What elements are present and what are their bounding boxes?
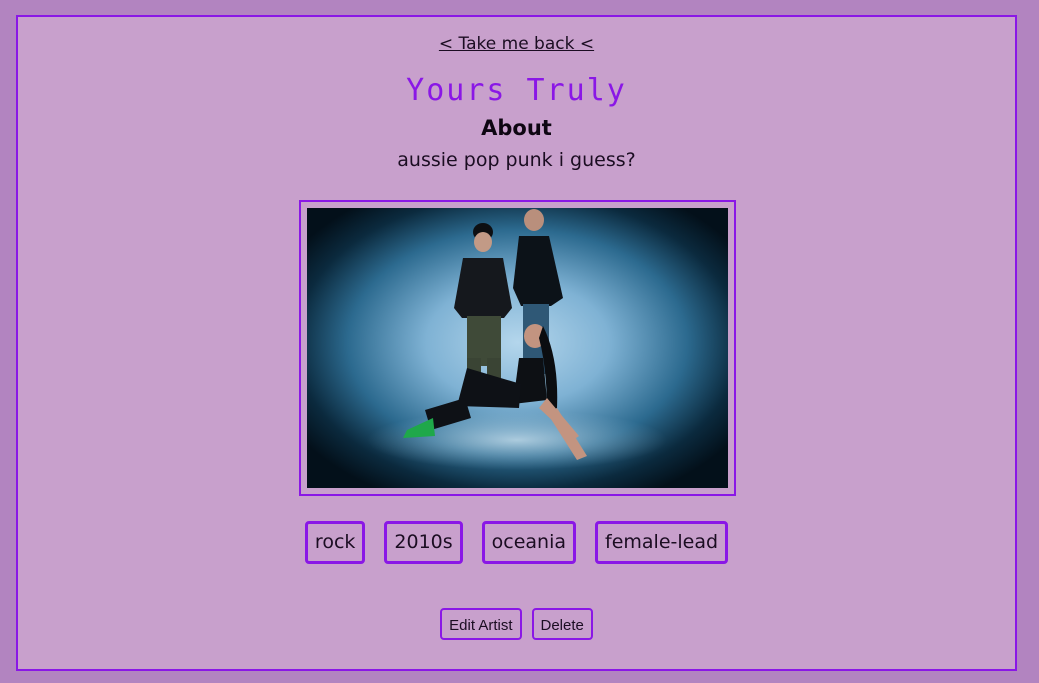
tag-oceania[interactable]: oceania bbox=[481, 521, 577, 564]
delete-button[interactable]: Delete bbox=[531, 608, 593, 640]
about-heading: About bbox=[481, 116, 552, 140]
artist-photo-image bbox=[307, 208, 728, 488]
edit-artist-button[interactable]: Edit Artist bbox=[440, 608, 522, 640]
tag-female-lead[interactable]: female-lead bbox=[595, 521, 729, 564]
tag-rock[interactable]: rock bbox=[304, 521, 366, 564]
tag-list: rock 2010s oceania female-lead bbox=[18, 521, 1015, 564]
artist-actions: Edit Artist Delete bbox=[18, 608, 1015, 640]
artist-name: Yours Truly bbox=[406, 73, 627, 108]
back-link[interactable]: < Take me back < bbox=[18, 33, 1015, 55]
artist-photo bbox=[307, 208, 728, 488]
artist-detail-panel: < Take me back < Yours Truly About aussi… bbox=[16, 15, 1017, 671]
artist-photo-frame bbox=[299, 200, 736, 496]
tag-2010s[interactable]: 2010s bbox=[384, 521, 463, 564]
about-text: aussie pop punk i guess? bbox=[397, 149, 636, 171]
